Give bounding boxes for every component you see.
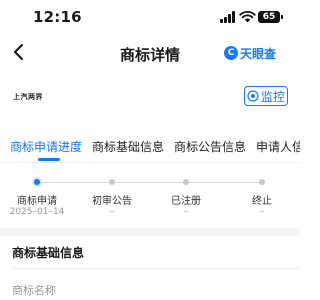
cellular-signal-icon — [220, 11, 237, 23]
progress-step-label: 已注册 — [171, 196, 201, 207]
progress-step-label: 商标申请 — [17, 196, 57, 207]
trademark-name-label: 商标名称 — [12, 284, 56, 297]
monitor-icon — [247, 90, 259, 102]
section-divider — [0, 228, 300, 236]
application-progress: 商标申请 2025–01–14 初审公告 – 已注册 – 终止 – — [0, 172, 300, 222]
section-separator — [12, 268, 300, 269]
progress-step-label: 终止 — [252, 196, 272, 207]
tab-bar: 商标申请进度 商标基础信息 商标公告信息 申请人信 — [0, 132, 300, 163]
status-bar: 12:16 65 — [0, 0, 300, 38]
wifi-icon — [239, 10, 256, 23]
active-tab-indicator — [38, 158, 60, 161]
progress-line — [40, 182, 262, 183]
progress-step-date: – — [183, 207, 189, 217]
monitor-label: 监控 — [260, 89, 285, 104]
progress-dot — [183, 179, 189, 185]
progress-step-date: – — [259, 207, 265, 217]
status-time: 12:16 — [33, 8, 82, 26]
brand-badge-icon: C — [224, 46, 238, 60]
tab-applicant-info[interactable]: 申请人信 — [256, 138, 300, 155]
tab-announcement-info[interactable]: 商标公告信息 — [174, 138, 246, 155]
progress-dot — [259, 179, 265, 185]
battery-icon: 65 — [258, 11, 280, 23]
nav-bar: 商标详情 C 天眼查 — [0, 38, 300, 68]
progress-step-label: 初审公告 — [92, 196, 132, 207]
brand-logo: C 天眼查 — [224, 45, 276, 61]
battery-tip — [281, 15, 283, 19]
progress-step-date: 2025–01–14 — [9, 207, 65, 217]
trademark-logo: 上汽两界 — [13, 93, 43, 101]
brand-name: 天眼查 — [240, 46, 277, 61]
progress-dot-active — [34, 179, 40, 185]
progress-dot — [109, 179, 115, 185]
progress-step-date: – — [109, 207, 115, 217]
tab-basic-info[interactable]: 商标基础信息 — [92, 138, 164, 155]
monitor-button[interactable]: 监控 — [244, 86, 288, 106]
basic-info-title: 商标基础信息 — [12, 246, 85, 260]
tab-application-progress[interactable]: 商标申请进度 — [10, 138, 82, 155]
